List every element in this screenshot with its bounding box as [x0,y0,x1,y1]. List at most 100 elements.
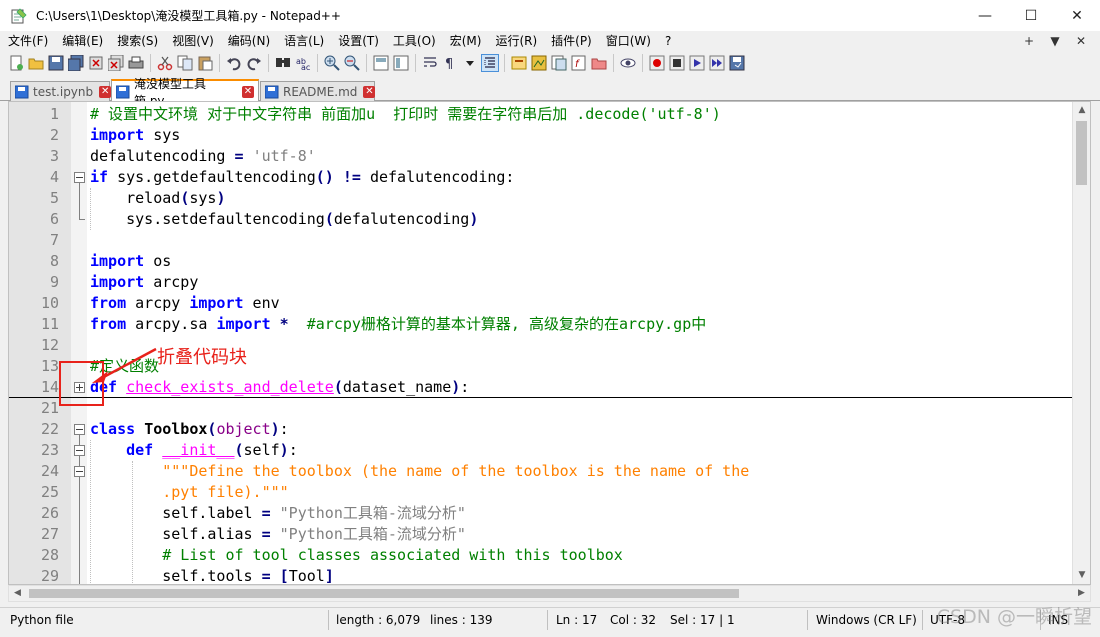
menu-view[interactable]: 视图(V) [165,31,221,51]
annotation-arrow-icon [92,347,157,383]
monitoring-eye-icon[interactable] [620,55,636,71]
zoom-in-icon[interactable] [324,55,340,71]
menu-window[interactable]: 窗口(W) [599,31,658,51]
tab-list-button[interactable]: ▼ [1042,31,1068,51]
tab-readme-md[interactable]: README.md ✕ [260,81,376,101]
menu-help[interactable]: ? [658,31,678,51]
indent-guide-icon[interactable] [481,54,499,72]
code-token: "Python工具箱-流域分析" [279,504,466,522]
undo-icon[interactable] [226,55,242,71]
record-macro-icon[interactable] [649,55,665,71]
code-token: self.label [90,504,262,522]
fold-collapse-icon[interactable] [74,445,85,456]
line-number-gutter: 1 2 3 4 5 6 7 8 9 10 11 12 13 14 21 22 23 24 25 26 27 28 29 [9,102,71,584]
vertical-scroll-thumb[interactable] [1076,121,1087,185]
close-doc-button[interactable]: ✕ [1068,31,1094,51]
save-macro-icon[interactable] [729,55,745,71]
tab-close-icon[interactable]: ✕ [99,85,112,98]
maximize-button[interactable]: ☐ [1008,0,1054,31]
play-macro-icon[interactable] [689,55,705,71]
show-all-chars-icon[interactable]: ¶ [442,55,458,72]
code-token: self.tools [90,567,262,585]
scroll-left-arrow-icon[interactable]: ◀ [9,586,26,601]
code-line: from arcpy import env [90,293,1075,314]
fold-collapse-icon[interactable] [74,172,85,183]
tab-close-icon[interactable]: ✕ [363,85,376,98]
fold-collapse-icon[interactable] [74,466,85,477]
tab-close-icon[interactable]: ✕ [242,85,254,98]
cut-icon[interactable] [157,55,173,71]
line-number: 23 [40,441,59,459]
zoom-out-icon[interactable] [344,55,360,71]
menu-file[interactable]: 文件(F) [0,31,55,51]
line-number: 28 [40,546,59,564]
fold-collapse-icon[interactable] [74,424,85,435]
menu-settings[interactable]: 设置(T) [331,31,386,51]
fold-margin[interactable] [71,102,87,584]
folder-workspace-icon[interactable] [591,55,607,71]
save-all-icon[interactable] [67,54,84,72]
stop-macro-icon[interactable] [669,55,685,71]
line-number: 26 [40,504,59,522]
menu-macro[interactable]: 宏(M) [443,31,489,51]
word-wrap-icon[interactable] [422,55,438,71]
menu-run[interactable]: 运行(R) [488,31,544,51]
sync-vertical-icon[interactable] [373,55,389,71]
code-token: # 设置中文环境 对于中文字符串 前面加u 打印时 需要在字符串后加 .deco… [90,105,721,123]
close-all-icon[interactable] [107,54,124,72]
run-macro-multiple-icon[interactable] [709,55,725,71]
menu-tools[interactable]: 工具(O) [386,31,443,51]
minimize-button[interactable]: — [962,0,1008,31]
print-icon[interactable] [128,55,144,71]
svg-text:ac: ac [301,63,310,71]
code-token: dataset_name [342,378,452,396]
doc-list-icon[interactable] [551,55,567,71]
find-icon[interactable] [275,55,291,71]
indent-guide-dropdown-icon[interactable] [462,55,478,71]
menu-edit[interactable]: 编辑(E) [55,31,110,51]
code-line: sys.setdefaultencoding(defalutencoding) [90,209,1075,230]
menu-language[interactable]: 语言(L) [277,31,331,51]
tab-test-ipynb[interactable]: test.ipynb ✕ [10,81,112,101]
code-token: sys.setdefaultencoding [90,210,325,228]
function-list-icon[interactable]: f [571,55,587,71]
code-token: "Python工具箱-流域分析" [279,525,466,543]
code-token: from [90,315,127,333]
menu-plugins[interactable]: 插件(P) [544,31,599,51]
close-file-icon[interactable] [88,55,104,71]
indent-guide [90,188,91,230]
doc-map-icon[interactable] [531,55,547,71]
code-token: sys [144,126,181,144]
replace-icon[interactable]: ab ac [295,55,311,72]
save-icon[interactable] [48,55,64,71]
close-button[interactable]: ✕ [1054,0,1100,31]
code-line: import sys [90,125,1075,146]
copy-icon[interactable] [177,55,193,71]
code-token: [ [279,567,289,585]
code-token: Tool [288,567,325,585]
menu-search[interactable]: 搜索(S) [110,31,165,51]
code-token: Toolbox [144,420,208,438]
code-line: if sys.getdefaultencoding() != defaluten… [90,167,1075,188]
menu-encoding[interactable]: 编码(N) [221,31,277,51]
udl-icon[interactable] [511,55,527,71]
new-tab-button[interactable]: + [1016,31,1042,51]
code-token: * [279,315,289,333]
vertical-scrollbar[interactable]: ▲ ▼ [1072,102,1090,584]
code-token: import [90,126,145,144]
paste-icon[interactable] [197,55,213,71]
scroll-up-arrow-icon[interactable]: ▲ [1073,102,1090,119]
line-number: 13 [40,357,59,375]
horizontal-scrollbar[interactable]: ◀ ▶ [8,585,1091,602]
scroll-down-arrow-icon[interactable]: ▼ [1073,567,1090,584]
scroll-right-arrow-icon[interactable]: ▶ [1073,586,1090,601]
redo-icon[interactable] [246,55,262,71]
sync-horizontal-icon[interactable] [393,55,409,71]
horizontal-scroll-thumb[interactable] [29,589,739,598]
new-file-icon[interactable] [8,55,24,71]
code-line: class Toolbox(object): [90,419,1075,440]
tab-active-file[interactable]: 淹没模型工具箱.py ✕ [111,77,259,108]
open-file-icon[interactable] [28,55,44,71]
